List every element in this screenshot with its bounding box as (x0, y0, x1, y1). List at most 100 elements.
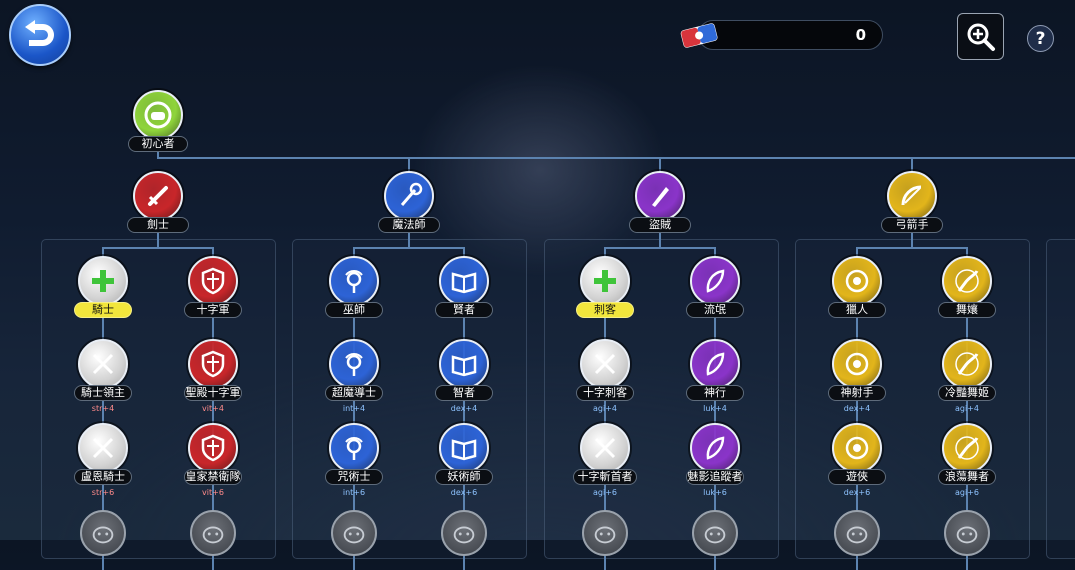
job-node[interactable] (439, 256, 489, 306)
job-node[interactable] (580, 256, 630, 306)
job-icon (901, 185, 922, 206)
stat-bonus: luk+6 (703, 488, 727, 497)
job-label[interactable]: 聖殿十字軍 (184, 385, 242, 401)
job-label[interactable]: 賢者 (435, 302, 493, 318)
job-branch-panel (1046, 239, 1075, 559)
job-node[interactable] (384, 171, 434, 221)
locked-job-node[interactable] (190, 510, 236, 556)
job-node[interactable] (188, 339, 238, 389)
job-icon (92, 270, 114, 292)
stat-bonus: dex+4 (450, 404, 478, 413)
job-label[interactable]: 十字軍 (184, 302, 242, 318)
job-node[interactable] (832, 423, 882, 473)
job-label[interactable]: 刺客 (576, 302, 634, 318)
back-arrow-icon (25, 20, 54, 46)
beginner-icon (144, 101, 172, 129)
job-icon (345, 270, 363, 293)
connector-line (408, 233, 410, 248)
connector-line (659, 233, 661, 248)
job-node[interactable] (188, 256, 238, 306)
zoom-button[interactable] (957, 13, 1004, 60)
job-label[interactable]: 十字刺客 (576, 385, 634, 401)
connector-line (911, 233, 913, 248)
job-node[interactable] (329, 423, 379, 473)
job-label[interactable]: 劍士 (127, 217, 189, 233)
job-label[interactable]: 弓箭手 (881, 217, 943, 233)
job-icon (955, 269, 979, 293)
job-node[interactable] (188, 423, 238, 473)
job-label[interactable]: 妖術師 (435, 469, 493, 485)
job-label[interactable]: 獵人 (828, 302, 886, 318)
job-icon (451, 439, 477, 461)
job-node[interactable] (832, 339, 882, 389)
locked-job-node[interactable] (944, 510, 990, 556)
stat-bonus: str+6 (91, 488, 115, 497)
job-label[interactable]: 盜賊 (629, 217, 691, 233)
job-label[interactable]: 十字斬首者 (573, 469, 637, 485)
job-label[interactable]: 魅影追蹤者 (686, 469, 744, 485)
job-node[interactable] (78, 256, 128, 306)
job-label[interactable]: 皇家禁衛隊 (184, 469, 242, 485)
stat-bonus: dex+4 (843, 404, 871, 413)
beginner-label[interactable]: 初心者 (128, 136, 188, 152)
job-icon (345, 437, 363, 460)
job-node[interactable] (690, 256, 740, 306)
job-label[interactable]: 舞孃 (938, 302, 996, 318)
locked-creature-icon (343, 526, 365, 544)
job-icon (594, 437, 616, 459)
job-node[interactable] (580, 423, 630, 473)
locked-creature-icon (453, 526, 475, 544)
job-node[interactable] (635, 171, 685, 221)
locked-creature-icon (92, 526, 114, 544)
locked-job-node[interactable] (80, 510, 126, 556)
locked-job-node[interactable] (331, 510, 377, 556)
beginner-node[interactable] (133, 90, 183, 140)
job-icon (594, 353, 616, 375)
job-node[interactable] (78, 423, 128, 473)
job-label[interactable]: 浪蕩舞者 (938, 469, 996, 485)
job-node[interactable] (832, 256, 882, 306)
locked-job-node[interactable] (834, 510, 880, 556)
connector-line (605, 247, 715, 249)
job-label[interactable]: 盧恩騎士 (74, 469, 132, 485)
locked-job-node[interactable] (692, 510, 738, 556)
job-label[interactable]: 巫師 (325, 302, 383, 318)
job-label[interactable]: 神射手 (828, 385, 886, 401)
job-node[interactable] (580, 339, 630, 389)
back-button[interactable] (9, 4, 71, 66)
locked-creature-icon (594, 526, 616, 544)
locked-job-node[interactable] (441, 510, 487, 556)
job-label[interactable]: 智者 (435, 385, 493, 401)
job-node[interactable] (690, 423, 740, 473)
job-node[interactable] (942, 423, 992, 473)
job-node[interactable] (78, 339, 128, 389)
job-label[interactable]: 流氓 (686, 302, 744, 318)
job-node[interactable] (439, 423, 489, 473)
connector-line (354, 247, 464, 249)
job-icon (955, 436, 979, 460)
job-label[interactable]: 超魔導士 (325, 385, 383, 401)
job-node[interactable] (942, 339, 992, 389)
job-icon (955, 352, 979, 376)
job-icon (652, 187, 669, 207)
job-node[interactable] (329, 256, 379, 306)
job-label[interactable]: 騎士領主 (74, 385, 132, 401)
job-icon (706, 436, 725, 460)
job-label[interactable]: 神行 (686, 385, 744, 401)
stat-bonus: vit+6 (202, 488, 224, 497)
job-label[interactable]: 騎士 (74, 302, 132, 318)
job-label[interactable]: 冷豔舞姬 (938, 385, 996, 401)
job-node[interactable] (690, 339, 740, 389)
job-label[interactable]: 咒術士 (325, 469, 383, 485)
zoom-in-icon (967, 23, 995, 51)
job-icon (201, 267, 225, 295)
job-node[interactable] (439, 339, 489, 389)
help-button[interactable]: ? (1027, 25, 1054, 52)
locked-job-node[interactable] (582, 510, 628, 556)
job-node[interactable] (887, 171, 937, 221)
job-node[interactable] (133, 171, 183, 221)
job-node[interactable] (329, 339, 379, 389)
job-label[interactable]: 魔法師 (378, 217, 440, 233)
job-node[interactable] (942, 256, 992, 306)
job-label[interactable]: 遊俠 (828, 469, 886, 485)
